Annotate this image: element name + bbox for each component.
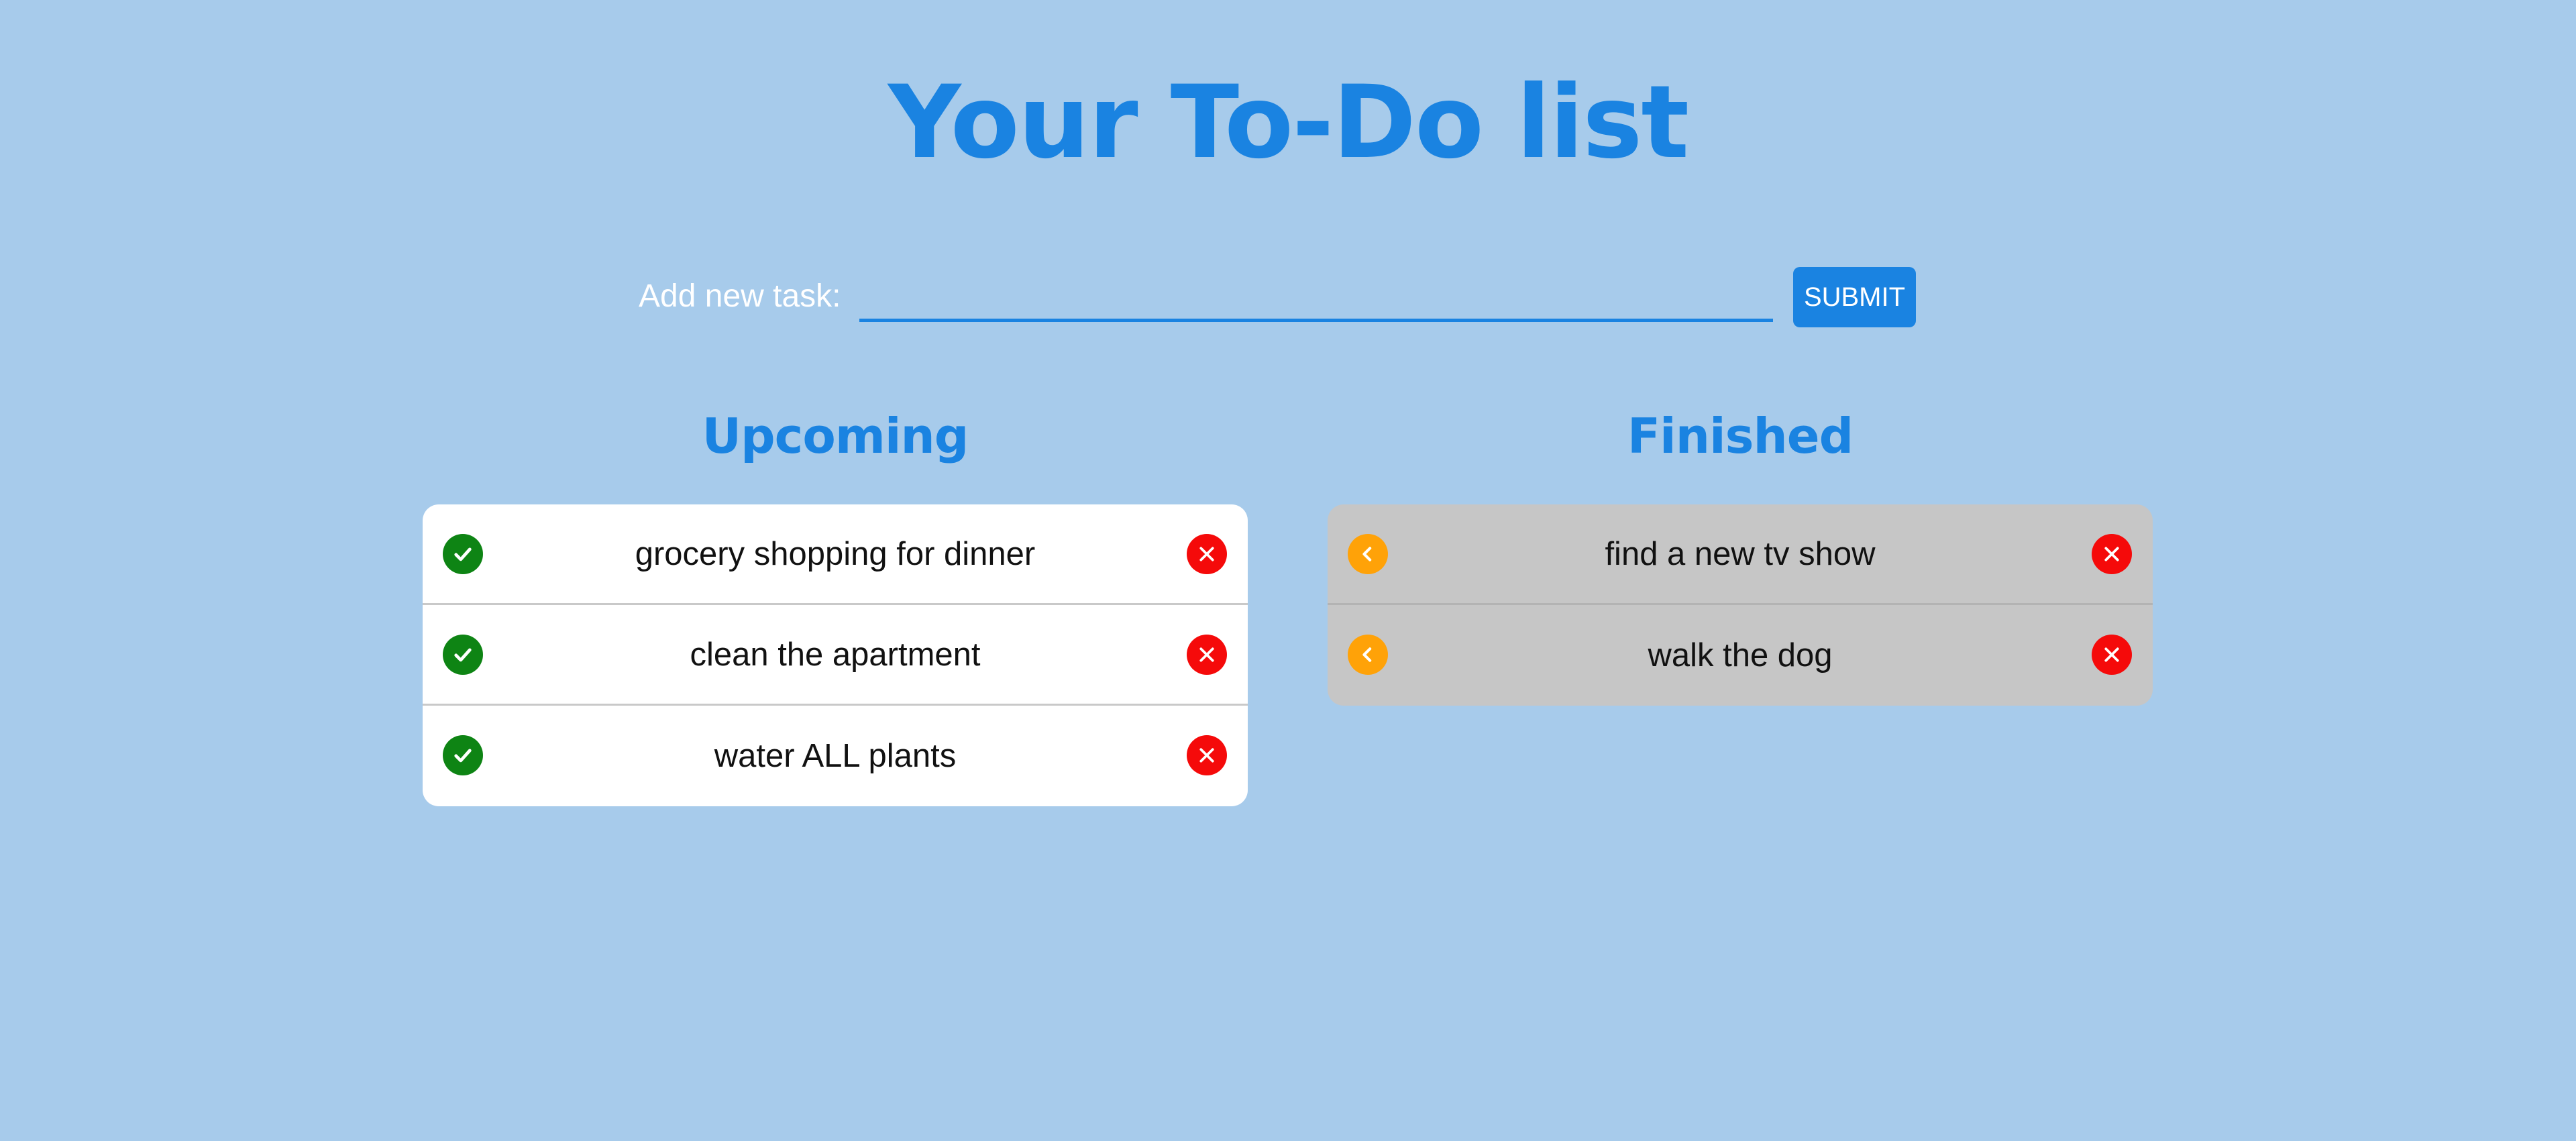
upcoming-task-row: clean the apartment bbox=[423, 605, 1248, 706]
finished-heading: Finished bbox=[1627, 408, 1854, 464]
check-circle-icon[interactable] bbox=[443, 635, 483, 675]
chevron-left-circle-icon[interactable] bbox=[1348, 534, 1388, 574]
upcoming-task-list: grocery shopping for dinner clean the ap… bbox=[423, 504, 1248, 806]
submit-button[interactable]: SUBMIT bbox=[1793, 267, 1916, 327]
page-title: Your To-Do list bbox=[888, 64, 1689, 181]
check-circle-icon[interactable] bbox=[443, 534, 483, 574]
task-label: clean the apartment bbox=[690, 636, 981, 673]
x-circle-icon[interactable] bbox=[2092, 534, 2132, 574]
task-label: walk the dog bbox=[1648, 637, 1833, 673]
chevron-left-circle-icon[interactable] bbox=[1348, 635, 1388, 675]
upcoming-task-row: grocery shopping for dinner bbox=[423, 504, 1248, 605]
finished-task-row: walk the dog bbox=[1328, 605, 2153, 706]
x-circle-icon[interactable] bbox=[1187, 735, 1227, 775]
check-circle-icon[interactable] bbox=[443, 735, 483, 775]
upcoming-column: Upcoming grocery shopping for dinner cle… bbox=[423, 396, 1248, 806]
finished-task-row: find a new tv show bbox=[1328, 504, 2153, 605]
finished-task-list: find a new tv show walk the dog bbox=[1328, 504, 2153, 706]
task-label: water ALL plants bbox=[714, 738, 957, 774]
x-circle-icon[interactable] bbox=[2092, 635, 2132, 675]
x-circle-icon[interactable] bbox=[1187, 635, 1227, 675]
upcoming-task-row: water ALL plants bbox=[423, 706, 1248, 806]
x-circle-icon[interactable] bbox=[1187, 534, 1227, 574]
new-task-input[interactable] bbox=[859, 272, 1773, 322]
finished-column: Finished find a new tv show walk the dog bbox=[1328, 396, 2153, 706]
task-label: find a new tv show bbox=[1605, 535, 1876, 572]
add-task-form: Add new task: SUBMIT bbox=[0, 267, 2576, 329]
task-label: grocery shopping for dinner bbox=[635, 535, 1036, 572]
add-task-label: Add new task: bbox=[639, 278, 841, 314]
upcoming-heading: Upcoming bbox=[702, 408, 969, 464]
